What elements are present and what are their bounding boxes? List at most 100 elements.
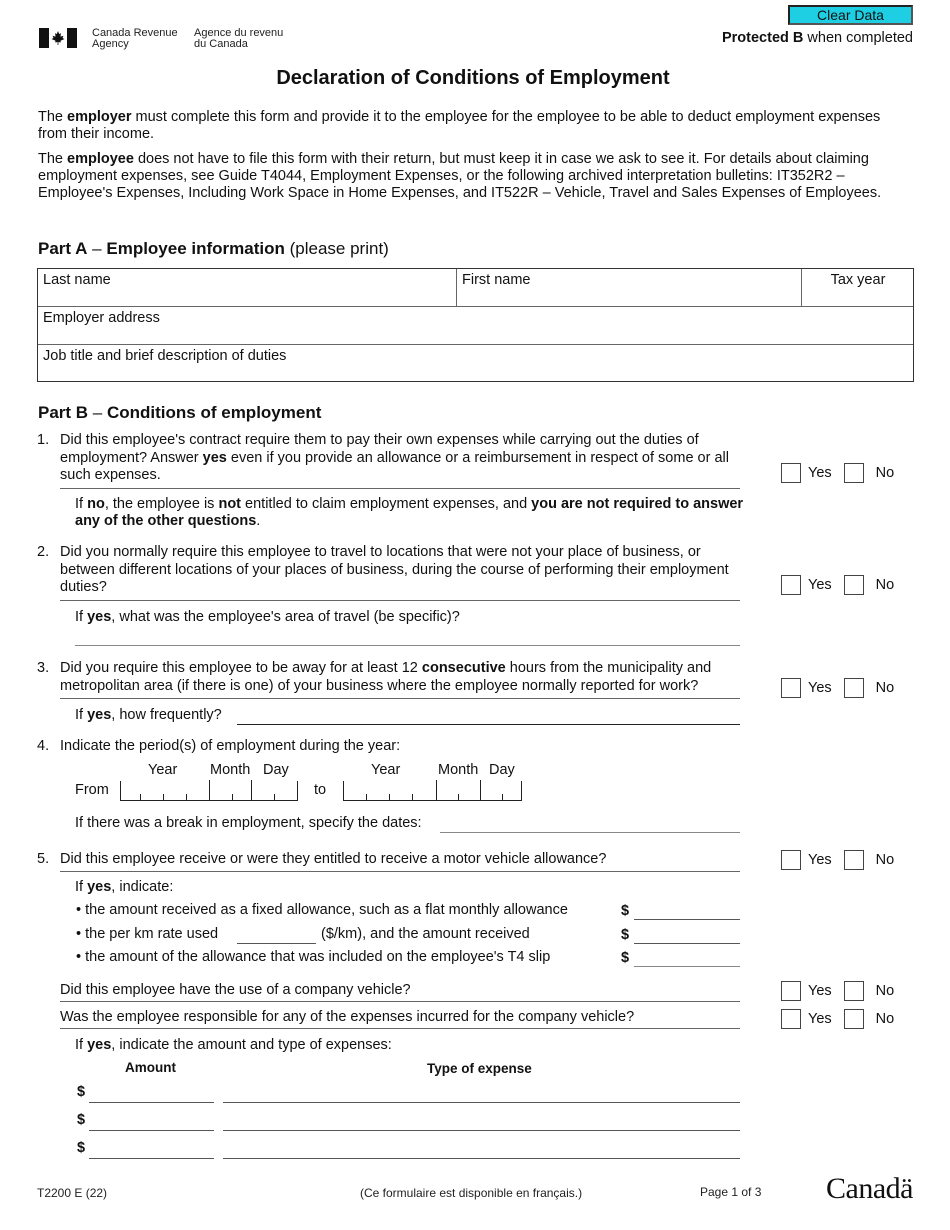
protected-b-label: Protected B (721, 30, 804, 46)
yes-label: Yes (808, 465, 832, 481)
dollar-sign: $ (621, 927, 630, 943)
question-3-yes-checkbox[interactable] (781, 678, 801, 698)
to-date-input[interactable] (343, 780, 522, 801)
t4-allowance-amount-input[interactable] (634, 949, 740, 967)
agency-name-en: Canada Revenue Agency (92, 28, 178, 50)
question-5-number: 5. (37, 851, 50, 867)
vehicle-expenses-yes-checkbox[interactable] (781, 1009, 801, 1029)
clear-data-button[interactable]: Clear Data (788, 5, 913, 25)
vehicle-expenses-no-checkbox[interactable] (843, 1009, 864, 1029)
no-label: No (875, 465, 895, 481)
amount-column-header: Amount (125, 1060, 176, 1075)
bullet-fixed-allowance: • the amount received as a fixed allowan… (76, 902, 568, 918)
question-1-no-checkbox[interactable] (843, 463, 864, 483)
type-column-header: Type of expense (427, 1061, 532, 1076)
form-title: Declaration of Conditions of Employment (276, 67, 670, 89)
question-5-followup-label: If yes, indicate: (75, 879, 174, 895)
question-4-text: Indicate the period(s) of employment dur… (60, 738, 401, 754)
tax-year-label: Tax year (830, 272, 886, 288)
yes-label: Yes (808, 1011, 832, 1027)
question-5-yes-no: Yes No (781, 850, 894, 870)
employer-address-cell: Employer address (38, 307, 914, 344)
divider (60, 488, 740, 489)
first-name-input[interactable] (461, 289, 796, 305)
question-5-yes-checkbox[interactable] (781, 850, 801, 870)
bullet-per-km-rate: • the per km rate used (76, 926, 219, 942)
expense-amount-input[interactable] (89, 1141, 214, 1159)
tax-year-cell: Tax year (802, 269, 914, 306)
first-name-cell: First name (457, 269, 802, 306)
from-day-label: Day (263, 762, 289, 778)
break-dates-input[interactable] (440, 815, 740, 833)
question-2-no-checkbox[interactable] (843, 575, 864, 595)
company-vehicle-yes-no: Yes No (781, 981, 894, 1001)
protected-b-notice: Protected B when completed (722, 30, 913, 46)
area-of-travel-input[interactable] (75, 628, 740, 646)
yes-label: Yes (808, 983, 832, 999)
expense-amount-input[interactable] (89, 1113, 214, 1131)
last-name-cell: Last name (38, 269, 457, 306)
company-vehicle-yes-checkbox[interactable] (781, 981, 801, 1001)
job-title-label: Job title and brief description of dutie… (43, 348, 287, 364)
frequency-input[interactable] (237, 707, 740, 725)
vehicle-expenses-question: Was the employee responsible for any of … (60, 1009, 635, 1025)
fixed-allowance-amount-input[interactable] (634, 902, 740, 920)
question-3-no-checkbox[interactable] (843, 678, 864, 698)
part-b-heading: Part B – Conditions of employment (38, 403, 322, 422)
dollar-sign: $ (77, 1112, 86, 1128)
agency-en-line2: Agency (92, 38, 129, 50)
expense-type-input[interactable] (223, 1085, 740, 1103)
employer-address-label: Employer address (43, 310, 160, 326)
from-year-label: Year (148, 762, 178, 778)
form-code: T2200 E (22) (37, 1186, 108, 1200)
no-label: No (875, 1011, 895, 1027)
dollar-sign: $ (621, 950, 630, 966)
question-3-number: 3. (37, 660, 50, 676)
question-2-number: 2. (37, 544, 50, 560)
french-availability-note: (Ce formulaire est disponible en françai… (360, 1186, 583, 1200)
no-label: No (875, 680, 895, 696)
expense-type-input[interactable] (223, 1141, 740, 1159)
question-2-yes-no: Yes No (781, 575, 894, 595)
question-1-note: If no, the employee is not entitled to c… (75, 496, 744, 529)
intro-employee-paragraph: The employee does not have to file this … (38, 151, 882, 201)
part-a-heading: Part A – Employee information (please pr… (38, 239, 389, 258)
yes-label: Yes (808, 852, 832, 868)
from-month-label: Month (210, 762, 251, 778)
job-title-input[interactable] (42, 365, 907, 381)
divider (60, 600, 740, 601)
expense-type-input[interactable] (223, 1113, 740, 1131)
question-5-text: Did this employee receive or were they e… (60, 851, 607, 867)
divider (60, 698, 740, 699)
from-label: From (75, 782, 109, 798)
question-1-number: 1. (37, 432, 50, 448)
question-2-yes-checkbox[interactable] (781, 575, 801, 595)
yes-label: Yes (808, 680, 832, 696)
protected-b-suffix: when completed (803, 30, 913, 46)
intro-employer-paragraph: The employer must complete this form and… (38, 109, 881, 142)
per-km-suffix: ($/km), and the amount received (321, 926, 530, 942)
company-vehicle-question: Did this employee have the use of a comp… (60, 982, 411, 998)
per-km-rate-input[interactable] (237, 926, 316, 944)
expenses-followup-label: If yes, indicate the amount and type of … (75, 1037, 392, 1053)
per-km-amount-input[interactable] (634, 926, 740, 944)
question-1-yes-checkbox[interactable] (781, 463, 801, 483)
divider (60, 871, 740, 872)
to-day-label: Day (489, 762, 515, 778)
dollar-sign: $ (77, 1140, 86, 1156)
question-5-no-checkbox[interactable] (843, 850, 864, 870)
last-name-input[interactable] (42, 289, 452, 305)
tax-year-input[interactable] (806, 289, 908, 305)
dollar-sign: $ (621, 903, 630, 919)
question-3-yes-no: Yes No (781, 678, 894, 698)
agency-name-fr: Agence du revenu du Canada (194, 28, 283, 50)
employer-address-input[interactable] (42, 327, 907, 343)
from-date-input[interactable] (120, 780, 298, 801)
company-vehicle-no-checkbox[interactable] (843, 981, 864, 1001)
last-name-label: Last name (43, 272, 111, 288)
question-3-text: Did you require this employee to be away… (60, 660, 712, 694)
expense-amount-input[interactable] (89, 1085, 214, 1103)
page-number: Page 1 of 3 (700, 1185, 762, 1199)
to-year-label: Year (371, 762, 401, 778)
to-month-label: Month (438, 762, 479, 778)
